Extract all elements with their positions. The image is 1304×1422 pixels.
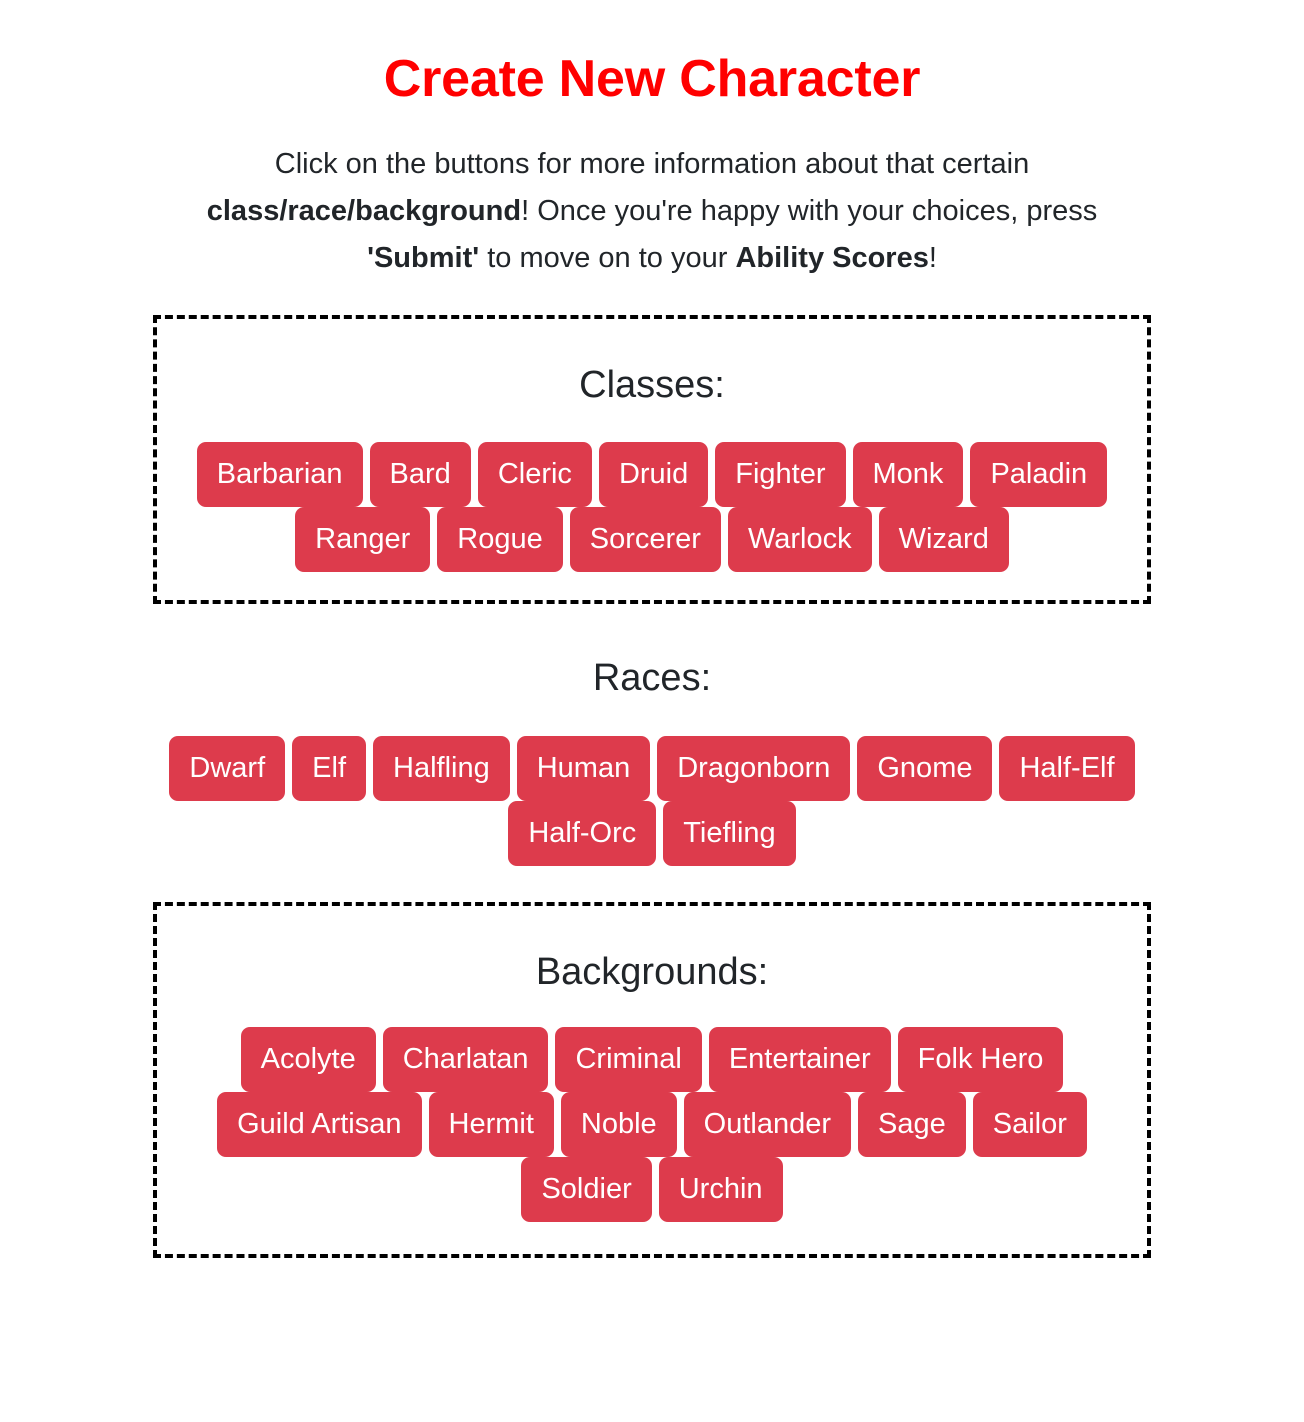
section-heading-classes: Classes: [579,363,725,406]
classes-button-sorcerer[interactable]: Sorcerer [569,507,721,573]
races-button-elf[interactable]: Elf [292,735,366,801]
races-button-halfling[interactable]: Halfling [373,735,510,801]
backgrounds-button-urchin[interactable]: Urchin [658,1157,783,1223]
classes-button-rogue[interactable]: Rogue [437,507,563,573]
subtitle-run-3: 'Submit' [367,241,480,274]
races-button-gnome[interactable]: Gnome [857,735,993,801]
backgrounds-button-charlatan[interactable]: Charlatan [382,1027,549,1093]
classes-button-fighter[interactable]: Fighter [715,442,846,508]
backgrounds-button-criminal[interactable]: Criminal [555,1027,702,1093]
subtitle-run-0: Click on the buttons for more informatio… [274,147,1030,180]
section-heading-races: Races: [592,657,712,700]
backgrounds-button-folk-hero[interactable]: Folk Hero [897,1027,1064,1093]
classes-button-wizard[interactable]: Wizard [878,507,1009,573]
classes-button-warlock[interactable]: Warlock [727,507,872,573]
backgrounds-button-soldier[interactable]: Soldier [521,1157,652,1223]
button-group-classes: Barbarian Bard Cleric Druid Fighter Monk Palad… [171,414,1133,582]
page-title: Create New Character [383,50,921,108]
button-group-backgrounds: Acolyte Charlatan Criminal Entertainer Folk … [171,1001,1133,1236]
backgrounds-button-entertainer[interactable]: Entertainer [708,1027,891,1093]
classes-button-paladin[interactable]: Paladin [970,442,1108,508]
classes-button-monk[interactable]: Monk [852,442,964,508]
section-heading-backgrounds: Backgrounds: [535,950,769,993]
classes-button-bard[interactable]: Bard [369,442,471,508]
backgrounds-button-sage[interactable]: Sage [858,1092,966,1158]
subtitle-run-5: Ability Scores [735,241,929,274]
backgrounds-button-noble[interactable]: Noble [560,1092,677,1158]
subtitle-run-6: ! [928,241,937,274]
races-button-half-orc[interactable]: Half-Orc [508,800,657,866]
classes-button-druid[interactable]: Druid [598,442,709,508]
section-classes: Classes: Barbarian Bard Cleric Druid Fighter M… [153,314,1151,605]
backgrounds-button-guild-artisan[interactable]: Guild Artisan [217,1092,422,1158]
races-button-human[interactable]: Human [516,735,651,801]
backgrounds-button-sailor[interactable]: Sailor [972,1092,1087,1158]
classes-button-ranger[interactable]: Ranger [295,507,431,573]
races-button-dwarf[interactable]: Dwarf [169,735,286,801]
page-subtitle: Click on the buttons for more informatio… [192,107,1112,282]
section-races: Races: Dwarf Elf Halfling Human Dragonborn Gno… [153,634,1151,866]
button-group-races: Dwarf Elf Halfling Human Dragonborn Gnome Half… [167,708,1137,866]
character-creation-page: Create New Character Click on the button… [0,0,1304,1259]
sections-container: Classes: Barbarian Bard Cleric Druid Fighter M… [0,314,1304,1259]
section-backgrounds: Backgrounds: Acolyte Charlatan Criminal Ente… [153,901,1151,1259]
races-button-half-elf[interactable]: Half-Elf [999,735,1135,801]
subtitle-run-4: to move on to your [479,241,736,274]
races-button-dragonborn[interactable]: Dragonborn [657,735,851,801]
backgrounds-button-outlander[interactable]: Outlander [683,1092,852,1158]
subtitle-run-2: ! Once you're happy with your choices, p… [521,194,1098,227]
classes-button-barbarian[interactable]: Barbarian [196,442,363,508]
races-button-tiefling[interactable]: Tiefling [663,800,796,866]
backgrounds-button-acolyte[interactable]: Acolyte [240,1027,376,1093]
subtitle-run-1: class/race/background [206,194,522,227]
backgrounds-button-hermit[interactable]: Hermit [428,1092,554,1158]
classes-button-cleric[interactable]: Cleric [477,442,592,508]
